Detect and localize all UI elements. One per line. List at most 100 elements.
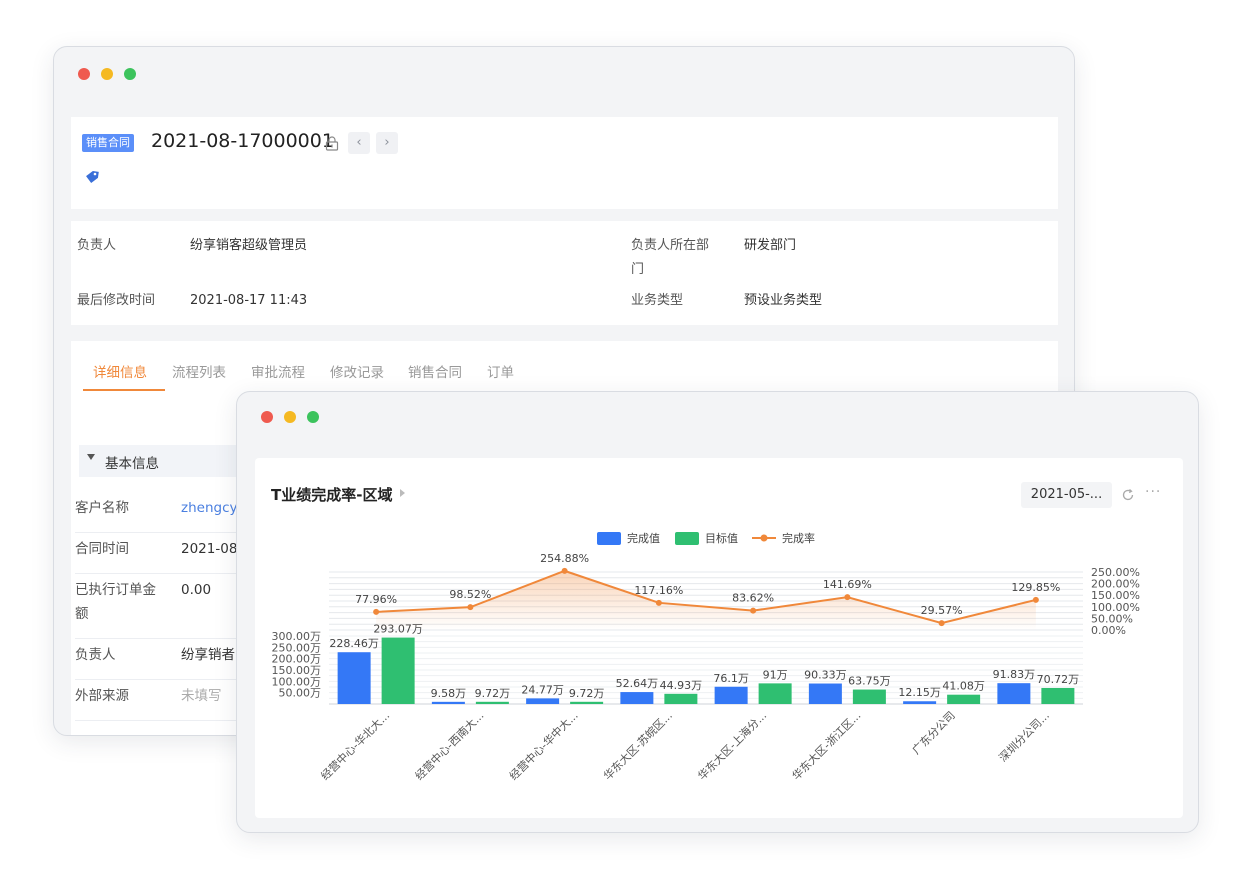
next-record-button[interactable]: › (376, 132, 398, 154)
category-label: 华东大区-苏皖区... (600, 708, 675, 783)
biz-type-value: 预设业务类型 (744, 293, 823, 308)
target-bar (947, 694, 981, 704)
tab-orders[interactable]: 订单 (487, 361, 514, 381)
y-left-tick-label: 250.00万 (272, 641, 322, 654)
completed-bar (808, 683, 842, 704)
chevron-right-icon[interactable] (400, 489, 405, 497)
chart-window: T业绩完成率-区域 2021-05-... ··· 50.00万 100.00万 1… (236, 391, 1199, 833)
refresh-icon[interactable] (1121, 488, 1135, 502)
bar-value-label: 9.72万 (569, 687, 605, 700)
field-label: 外部来源 (75, 688, 129, 704)
bar-value-label: 91.83万 (993, 668, 1036, 681)
section-title: 基本信息 (105, 456, 159, 472)
tab-process-list[interactable]: 流程列表 (172, 361, 226, 381)
target-bar (664, 693, 698, 704)
dept-label-cont: 门 (631, 262, 645, 277)
chart-title[interactable]: T业绩完成率-区域 (271, 484, 392, 505)
record-number: 2021-08-17000001 (151, 130, 334, 152)
modified-label: 最后修改时间 (77, 293, 156, 308)
field-value: 纷享销者 (181, 647, 235, 663)
rate-point (373, 608, 380, 615)
previous-record-button[interactable]: ‹ (348, 132, 370, 154)
target-bar (758, 683, 792, 704)
rate-point (750, 607, 757, 614)
y-right-tick-label: 50.00% (1091, 612, 1133, 625)
legend-swatch (760, 534, 768, 542)
field-value: 未填写 (181, 688, 222, 704)
field-label: 合同时间 (75, 541, 129, 557)
window-controls (261, 411, 319, 423)
maximize-window-dot[interactable] (307, 411, 319, 423)
owner-label: 负责人 (77, 238, 117, 253)
close-window-dot[interactable] (78, 68, 90, 80)
y-left-tick-label: 200.00万 (272, 653, 322, 666)
bar-value-label: 9.72万 (475, 687, 511, 700)
category-label: 广东分公司 (910, 709, 958, 757)
record-summary: 负责人 纷享销客超级管理员 负责人所在部 门 研发部门 最后修改时间 2021-… (71, 221, 1058, 325)
rate-point (561, 567, 568, 574)
chart-panel: T业绩完成率-区域 2021-05-... ··· 50.00万 100.00万 1… (255, 458, 1183, 818)
rate-point (467, 604, 474, 611)
category-label: 经营中心-华北大... (318, 708, 393, 783)
completed-bar (526, 698, 560, 704)
tab-change-log[interactable]: 修改记录 (330, 361, 384, 381)
date-filter[interactable]: 2021-05-... (1021, 482, 1112, 508)
legend-label: 完成率 (782, 531, 815, 545)
tab-sales-contract[interactable]: 销售合同 (408, 361, 462, 381)
field-value: 0.00 (181, 582, 212, 598)
tab-approval-flow[interactable]: 审批流程 (251, 361, 305, 381)
legend-swatch (597, 532, 621, 545)
y-right-tick-label: 200.00% (1091, 578, 1140, 591)
completed-bar (997, 683, 1031, 704)
y-left-tick-label: 100.00万 (272, 675, 322, 688)
category-label: 华东大区-上海分... (695, 708, 770, 783)
dept-label: 负责人所在部 (631, 238, 710, 253)
bar-value-label: 41.08万 (942, 680, 985, 693)
rate-value-label: 117.16% (634, 584, 683, 597)
owner-value: 纷享销客超级管理员 (190, 238, 308, 253)
rate-point (938, 620, 945, 627)
target-bar (852, 689, 886, 704)
biz-type-label: 业务类型 (631, 293, 684, 308)
rate-value-label: 141.69% (823, 578, 872, 591)
tab-detail-info[interactable]: 详细信息 (93, 361, 147, 381)
completed-bar (431, 701, 465, 704)
bar-value-label: 90.33万 (804, 669, 847, 682)
rate-value-label: 83.62% (732, 592, 774, 605)
bar-value-label: 52.64万 (616, 677, 659, 690)
rate-value-label: 77.96% (355, 593, 397, 606)
completed-bar (903, 701, 937, 704)
target-bar (475, 701, 509, 704)
field-label: 负责人 (75, 647, 116, 663)
legend-swatch (675, 532, 699, 545)
dept-value: 研发部门 (744, 238, 797, 253)
bar-value-label: 12.15万 (898, 686, 941, 699)
chart: 50.00万100.00万150.00万200.00万250.00万300.00… (272, 531, 1140, 783)
more-options-icon[interactable]: ··· (1145, 484, 1161, 500)
category-label: 经营中心-西南大... (412, 708, 487, 783)
modified-value: 2021-08-17 11:43 (190, 293, 308, 308)
rate-value-label: 98.52% (449, 588, 491, 601)
legend-label: 完成值 (627, 531, 660, 545)
target-bar (381, 637, 415, 704)
bar-value-label: 44.93万 (660, 679, 703, 692)
field-label-cont: 额 (75, 606, 89, 622)
legend-label: 目标值 (705, 531, 738, 545)
record-type-tag: 销售合同 (82, 134, 134, 152)
y-left-tick-label: 50.00万 (279, 687, 322, 700)
minimize-window-dot[interactable] (284, 411, 296, 423)
lock-icon[interactable] (324, 135, 340, 151)
close-window-dot[interactable] (261, 411, 273, 423)
target-bar (570, 701, 604, 704)
bar-value-label: 24.77万 (521, 683, 564, 696)
rate-value-label: 29.57% (921, 604, 963, 617)
minimize-window-dot[interactable] (101, 68, 113, 80)
rate-point (655, 599, 662, 606)
y-left-tick-label: 300.00万 (272, 630, 322, 643)
customer-name-link[interactable]: zhengcy (181, 497, 238, 519)
bar-value-label: 63.75万 (848, 675, 891, 688)
rate-point (844, 594, 851, 601)
target-bar (1041, 687, 1075, 704)
tag-icon[interactable] (84, 169, 100, 185)
maximize-window-dot[interactable] (124, 68, 136, 80)
